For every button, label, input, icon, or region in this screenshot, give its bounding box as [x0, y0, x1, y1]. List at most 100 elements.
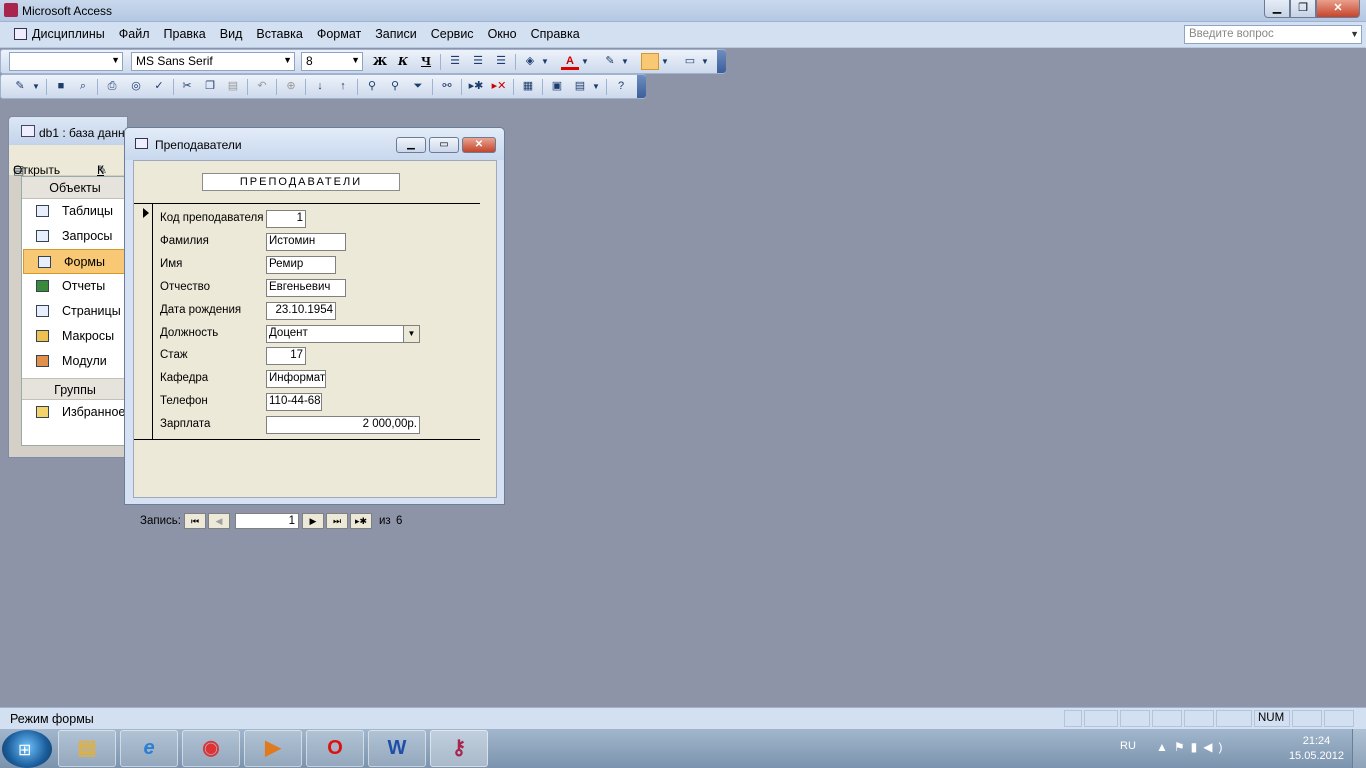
explorer-taskbar-button[interactable]: ▤	[58, 730, 116, 767]
menu-insert[interactable]: Вставка	[249, 27, 309, 41]
menu-tools[interactable]: Сервис	[424, 27, 481, 41]
minimize-button[interactable]: ▁	[1264, 0, 1290, 18]
objects-item-macros[interactable]: Макросы	[22, 324, 128, 349]
objects-item-modules[interactable]: Модули	[22, 349, 128, 374]
bold-button[interactable]: Ж	[371, 53, 389, 70]
spelling-icon[interactable]: ✓	[150, 78, 168, 95]
menu-disciplines[interactable]: Дисциплины	[10, 27, 112, 41]
form-maximize-button[interactable]: ▭	[429, 137, 459, 153]
next-record-button[interactable]: ▶	[302, 513, 324, 529]
groups-item-favorites[interactable]: Избранное	[22, 400, 128, 425]
birth-date-field[interactable]: 23.10.1954	[266, 302, 336, 320]
menu-file[interactable]: Файл	[112, 27, 157, 41]
line-color-icon[interactable]: ✎	[601, 53, 619, 70]
chevron-down-icon[interactable]: ▼	[540, 53, 550, 70]
properties-icon[interactable]: ▦	[519, 78, 537, 95]
position-combo[interactable]: Доцент ▼	[266, 325, 420, 343]
object-combo[interactable]: ▼	[9, 52, 123, 71]
find-icon[interactable]: ⚯	[438, 78, 456, 95]
chrome-taskbar-button[interactable]: ◉	[182, 730, 240, 767]
teacher-id-field[interactable]: 1	[266, 210, 306, 228]
font-size-combo[interactable]: 8 ▼	[301, 52, 363, 71]
chevron-down-icon[interactable]: ▼	[591, 78, 601, 95]
chevron-down-icon[interactable]: ▼	[660, 53, 670, 70]
font-name-combo[interactable]: MS Sans Serif ▼	[131, 52, 295, 71]
objects-item-forms[interactable]: Формы	[23, 249, 127, 274]
hyperlink-icon[interactable]: ⊕	[282, 78, 300, 95]
sort-descending-icon[interactable]: ↑	[334, 78, 352, 95]
chevron-down-icon[interactable]: ▼	[700, 53, 710, 70]
menu-view[interactable]: Вид	[213, 27, 250, 41]
close-button[interactable]: ✕	[1316, 0, 1360, 18]
special-effect-icon[interactable]: ▭	[681, 53, 699, 70]
chevron-down-icon[interactable]: ▼	[620, 53, 630, 70]
flag-icon[interactable]: ⚑	[1174, 740, 1191, 754]
font-color-button[interactable]: A	[561, 53, 579, 70]
access-taskbar-button[interactable]: ⚷	[430, 730, 488, 767]
paste-icon[interactable]: ▤	[224, 78, 242, 95]
ie-taskbar-button[interactable]: e	[120, 730, 178, 767]
menu-edit[interactable]: Правка	[157, 27, 213, 41]
toolbar-options-button[interactable]	[637, 75, 646, 98]
underline-button[interactable]: Ч	[417, 53, 435, 70]
apply-filter-icon[interactable]: ⏷	[409, 78, 427, 95]
phone-field[interactable]: 110-44-68	[266, 393, 322, 411]
database-window-titlebar[interactable]: db1 : база данны	[9, 117, 133, 145]
last-record-button[interactable]: ⏭	[326, 513, 348, 529]
help-icon[interactable]: ?	[612, 78, 630, 95]
chevron-down-icon[interactable]: ▼	[403, 326, 419, 342]
menu-window[interactable]: Окно	[481, 27, 524, 41]
record-selector[interactable]	[134, 203, 153, 439]
save-icon[interactable]: ■	[52, 78, 70, 95]
volume-icon[interactable]: ◀)	[1203, 740, 1228, 754]
align-right-icon[interactable]: ☰	[492, 53, 510, 70]
show-desktop-button[interactable]	[1352, 729, 1366, 768]
objects-item-pages[interactable]: Страницы	[22, 299, 128, 324]
new-object-icon[interactable]: ▤	[571, 78, 589, 95]
database-window-icon[interactable]: ▣	[548, 78, 566, 95]
chevron-down-icon[interactable]: ▼	[580, 53, 590, 70]
patronymic-field[interactable]: Евгеньевич	[266, 279, 346, 297]
border-width-icon[interactable]	[641, 53, 659, 70]
menu-records[interactable]: Записи	[368, 27, 424, 41]
objects-header[interactable]: Объекты	[22, 177, 128, 199]
search-file-icon[interactable]: ⌕	[74, 78, 92, 95]
first-record-button[interactable]: ⏮	[184, 513, 206, 529]
align-left-icon[interactable]: ☰	[446, 53, 464, 70]
name-field[interactable]: Ремир	[266, 256, 336, 274]
cut-icon[interactable]: ✂	[178, 78, 196, 95]
form-minimize-button[interactable]: ▁	[396, 137, 426, 153]
groups-header[interactable]: Группы	[22, 378, 128, 400]
copy-icon[interactable]: ❐	[201, 78, 219, 95]
view-icon[interactable]: ✎	[11, 78, 29, 95]
show-hidden-icons-icon[interactable]: ▲	[1156, 740, 1174, 754]
italic-button[interactable]: К	[394, 53, 412, 70]
filter-by-selection-icon[interactable]: ⚲	[363, 78, 381, 95]
current-record-input[interactable]: 1	[235, 513, 299, 529]
previous-record-button[interactable]: ◀	[208, 513, 230, 529]
align-center-icon[interactable]: ☰	[469, 53, 487, 70]
restore-button[interactable]: ❐	[1290, 0, 1316, 18]
filter-by-form-icon[interactable]: ⚲	[386, 78, 404, 95]
fill-color-icon[interactable]: ◈	[521, 53, 539, 70]
form-window-titlebar[interactable]: Преподаватели ▁ ▭ ✕	[125, 128, 504, 160]
objects-item-tables[interactable]: Таблицы	[22, 199, 128, 224]
delete-record-icon[interactable]: ▸✕	[490, 78, 508, 95]
clock[interactable]: 21:24 15.05.2012	[1289, 734, 1344, 764]
network-icon[interactable]: ▮	[1191, 740, 1204, 754]
new-record-button[interactable]: ▸✱	[350, 513, 372, 529]
media-player-taskbar-button[interactable]: ▶	[244, 730, 302, 767]
new-record-icon[interactable]: ▸✱	[467, 78, 485, 95]
form-close-button[interactable]: ✕	[462, 137, 496, 153]
chevron-down-icon[interactable]: ▼	[31, 78, 41, 95]
undo-icon[interactable]: ↶	[253, 78, 271, 95]
department-field[interactable]: Информати	[266, 370, 326, 388]
sort-ascending-icon[interactable]: ↓	[311, 78, 329, 95]
objects-item-reports[interactable]: Отчеты	[22, 274, 128, 299]
objects-item-queries[interactable]: Запросы	[22, 224, 128, 249]
start-button[interactable]: ⊞	[2, 730, 52, 768]
print-icon[interactable]: ⎙	[103, 78, 121, 95]
help-search-input[interactable]: Введите вопрос ▼	[1184, 25, 1362, 44]
opera-taskbar-button[interactable]: O	[306, 730, 364, 767]
toolbar-options-button[interactable]	[717, 50, 726, 73]
